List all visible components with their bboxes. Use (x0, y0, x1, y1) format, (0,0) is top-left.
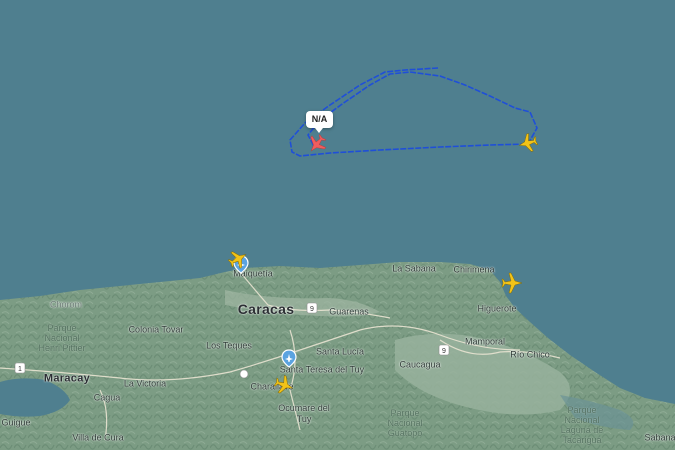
selected-aircraft-icon[interactable] (304, 131, 329, 156)
aircraft-icon-east[interactable] (517, 132, 539, 154)
aircraft-layer (226, 131, 539, 396)
aircraft-icon-charallave[interactable] (272, 373, 295, 396)
flight-label-tag[interactable]: N/A (306, 111, 333, 133)
flight-map[interactable]: Caracas Maiquetía La Sabana Chirimena Hi… (0, 0, 675, 450)
aircraft-icon-higuerote[interactable] (501, 272, 523, 294)
aircraft-icon-maiquetia[interactable] (226, 247, 251, 272)
